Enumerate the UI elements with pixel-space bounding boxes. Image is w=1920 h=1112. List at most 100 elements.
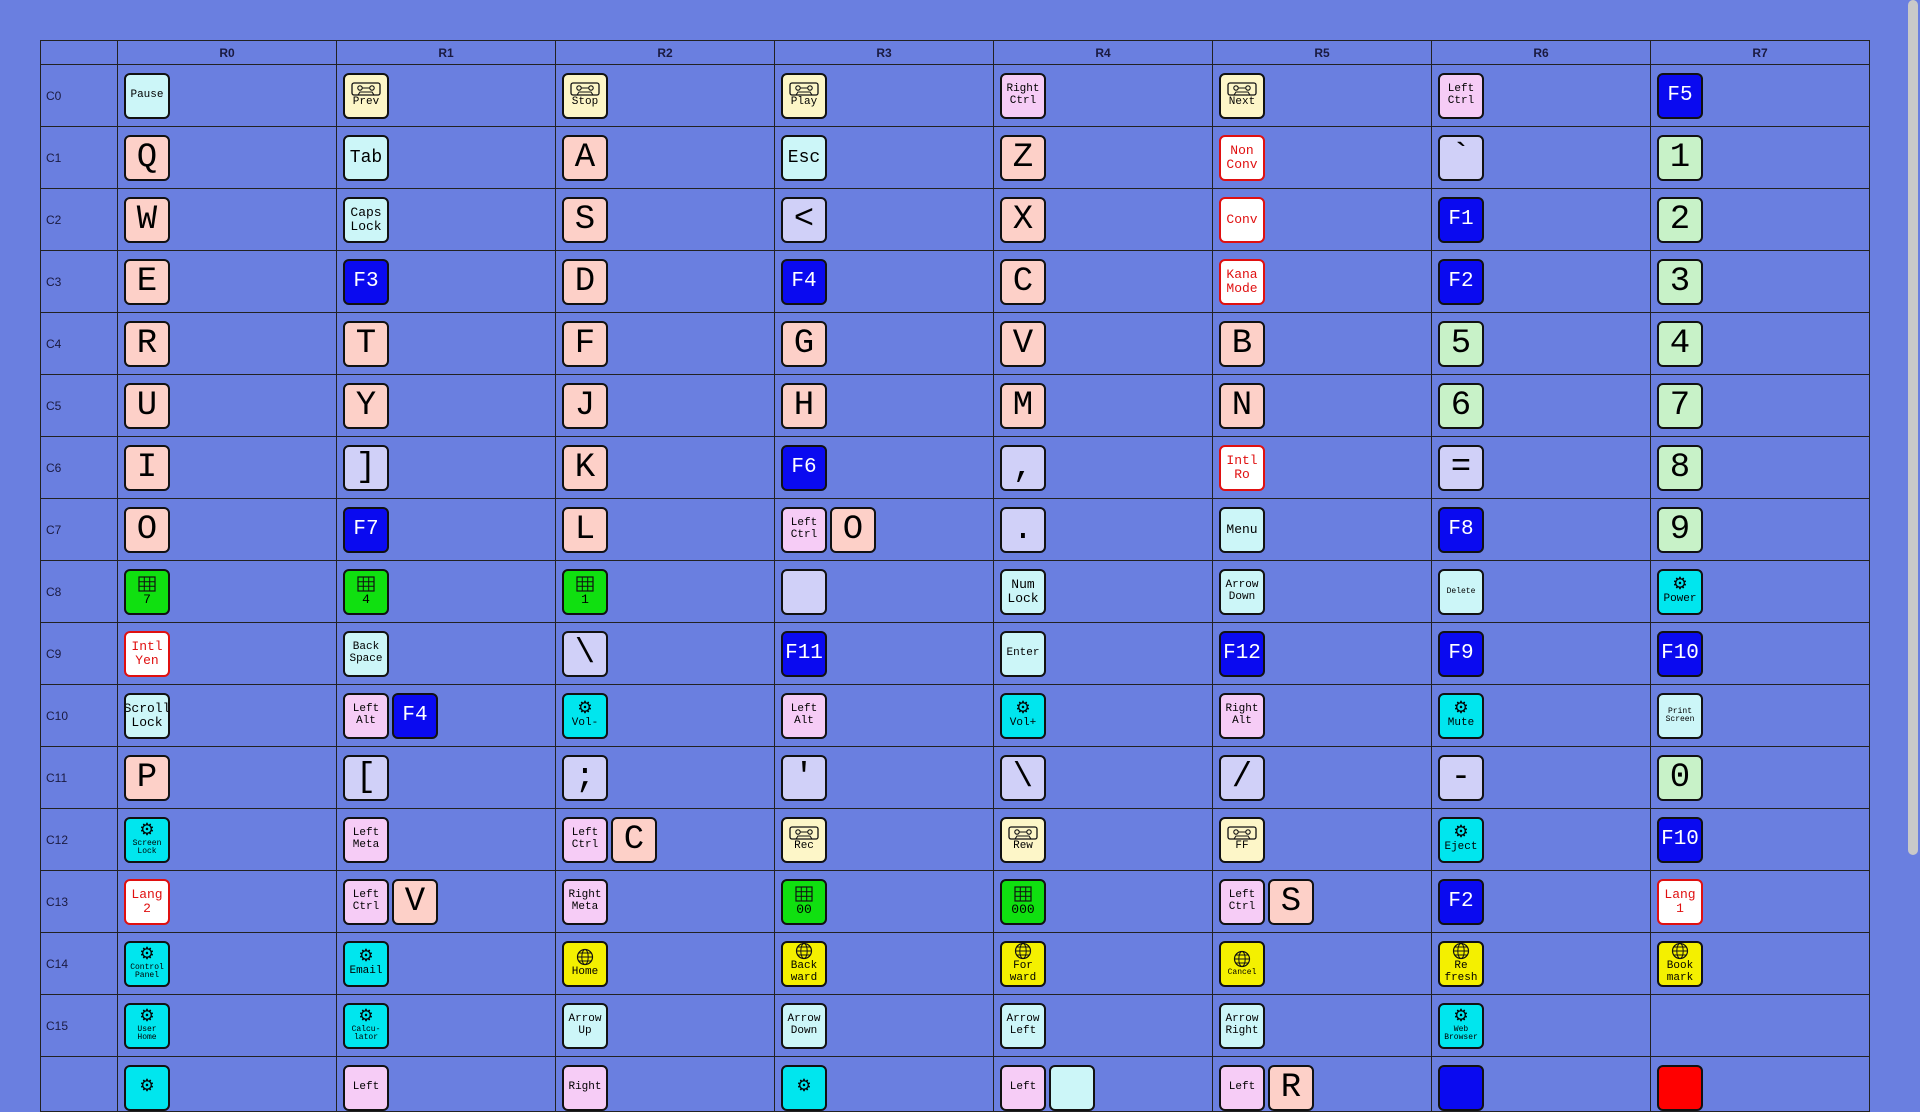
keycap[interactable]: M — [1000, 382, 1046, 429]
keycap[interactable]: E — [124, 258, 170, 305]
keycap[interactable]: Next — [1219, 72, 1265, 119]
keycap[interactable]: Arrow Down — [781, 1002, 827, 1049]
keycap[interactable]: Arrow Right — [1219, 1002, 1265, 1049]
keycap[interactable]: F12 — [1219, 630, 1265, 677]
keycap[interactable]: Y — [343, 382, 389, 429]
keycap[interactable]: Back Space — [343, 630, 389, 677]
keycap[interactable] — [1657, 1065, 1703, 1111]
keycap[interactable]: F5 — [1657, 72, 1703, 119]
keycap[interactable]: F4 — [392, 692, 438, 739]
keycap[interactable]: ⚙ — [124, 1065, 170, 1111]
keycap[interactable]: Right — [562, 1065, 608, 1111]
keycap[interactable]: Arrow Down — [1219, 568, 1265, 615]
keycap[interactable]: Q — [124, 134, 170, 181]
keycap[interactable]: Right Ctrl — [1000, 72, 1046, 119]
keycap[interactable]: Home — [562, 940, 608, 987]
keycap[interactable]: Left Alt — [781, 692, 827, 739]
keycap[interactable]: Left Ctrl — [1219, 878, 1265, 925]
keycap[interactable] — [1438, 1065, 1484, 1111]
keycap[interactable]: ; — [562, 754, 608, 801]
keycap[interactable]: 6 — [1438, 382, 1484, 429]
keycap[interactable]: ⚙ User Home — [124, 1002, 170, 1049]
keycap[interactable]: ⚙ Power — [1657, 568, 1703, 615]
keycap[interactable]: O — [830, 506, 876, 553]
keycap[interactable]: N — [1219, 382, 1265, 429]
keycap[interactable]: Caps Lock — [343, 196, 389, 243]
keycap[interactable]: L — [562, 506, 608, 553]
keycap[interactable]: . — [1000, 506, 1046, 553]
keycap[interactable]: F3 — [343, 258, 389, 305]
keycap[interactable]: Right Meta — [562, 878, 608, 925]
keycap[interactable]: F8 — [1438, 506, 1484, 553]
keycap[interactable]: Conv — [1219, 196, 1265, 243]
keycap[interactable]: 5 — [1438, 320, 1484, 367]
keycap[interactable]: Esc — [781, 134, 827, 181]
keycap[interactable]: V — [392, 878, 438, 925]
keycap[interactable]: ⚙ Screen Lock — [124, 816, 170, 863]
keycap[interactable]: U — [124, 382, 170, 429]
keycap[interactable]: ] — [343, 444, 389, 491]
keycap[interactable]: Right Alt — [1219, 692, 1265, 739]
keycap[interactable]: 1 — [1657, 134, 1703, 181]
keycap[interactable]: Rew — [1000, 816, 1046, 863]
keycap[interactable]: [ — [343, 754, 389, 801]
keycap[interactable]: 00 — [781, 878, 827, 925]
keycap[interactable]: F4 — [781, 258, 827, 305]
keycap[interactable]: = — [1438, 444, 1484, 491]
scrollbar-thumb[interactable] — [1908, 0, 1918, 855]
keycap[interactable]: D — [562, 258, 608, 305]
keycap[interactable]: F9 — [1438, 630, 1484, 677]
keycap[interactable]: H — [781, 382, 827, 429]
keycap[interactable]: Kana Mode — [1219, 258, 1265, 305]
keycap[interactable]: ⚙ Eject — [1438, 816, 1484, 863]
keycap[interactable]: ' — [781, 754, 827, 801]
keycap[interactable]: F11 — [781, 630, 827, 677]
keycap[interactable]: Rec — [781, 816, 827, 863]
keycap[interactable]: Left Alt — [343, 692, 389, 739]
keycap[interactable]: I — [124, 444, 170, 491]
keycap[interactable]: \ — [1000, 754, 1046, 801]
keycap[interactable]: C — [611, 816, 657, 863]
keycap[interactable]: Num Lock — [1000, 568, 1046, 615]
keycap[interactable]: For ward — [1000, 940, 1046, 987]
keycap[interactable]: 8 — [1657, 444, 1703, 491]
keycap[interactable]: Re fresh — [1438, 940, 1484, 987]
keycap[interactable]: Scroll Lock — [124, 692, 170, 739]
keycap[interactable]: Enter — [1000, 630, 1046, 677]
keycap[interactable]: ⚙ Mute — [1438, 692, 1484, 739]
keycap[interactable]: 4 — [343, 568, 389, 615]
keycap[interactable]: 2 — [1657, 196, 1703, 243]
keycap[interactable]: ⚙ — [781, 1065, 827, 1111]
keycap[interactable]: Left Ctrl — [562, 816, 608, 863]
keycap[interactable]: Back ward — [781, 940, 827, 987]
keycap[interactable]: Arrow Up — [562, 1002, 608, 1049]
keycap[interactable]: Left Ctrl — [1438, 72, 1484, 119]
keycap[interactable]: F2 — [1438, 878, 1484, 925]
keycap[interactable]: A — [562, 134, 608, 181]
keycap[interactable]: W — [124, 196, 170, 243]
keycap[interactable]: - — [1438, 754, 1484, 801]
keycap[interactable]: F10 — [1657, 630, 1703, 677]
keycap[interactable]: Print Screen — [1657, 692, 1703, 739]
keycap[interactable]: F — [562, 320, 608, 367]
keycap[interactable]: F2 — [1438, 258, 1484, 305]
keycap[interactable]: 7 — [124, 568, 170, 615]
vertical-scrollbar[interactable] — [1904, 0, 1920, 1080]
keycap[interactable]: 7 — [1657, 382, 1703, 429]
keycap[interactable]: R — [1268, 1065, 1314, 1111]
keycap[interactable]: Left Ctrl — [343, 878, 389, 925]
keycap[interactable]: Cancel — [1219, 940, 1265, 987]
keycap[interactable]: V — [1000, 320, 1046, 367]
keycap[interactable]: J — [562, 382, 608, 429]
keycap[interactable]: F1 — [1438, 196, 1484, 243]
keycap[interactable]: Prev — [343, 72, 389, 119]
keycap[interactable]: Left — [1219, 1065, 1265, 1111]
keycap[interactable]: G — [781, 320, 827, 367]
keycap[interactable]: Non Conv — [1219, 134, 1265, 181]
keycap[interactable]: ⚙ Vol+ — [1000, 692, 1046, 739]
keycap[interactable]: Tab — [343, 134, 389, 181]
keycap[interactable]: / — [1219, 754, 1265, 801]
keycap[interactable]: Left Ctrl — [781, 506, 827, 553]
keycap[interactable]: Menu — [1219, 506, 1265, 553]
keycap[interactable]: ` — [1438, 134, 1484, 181]
